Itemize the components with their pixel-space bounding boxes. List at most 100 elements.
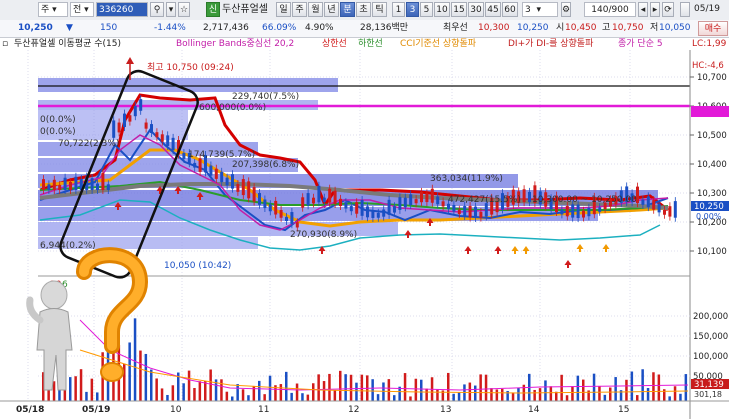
candle-body: [247, 181, 251, 199]
candle-body: [420, 191, 423, 203]
volume-bar: [225, 391, 229, 401]
candle-body: [209, 165, 213, 176]
candle-body: [128, 115, 132, 122]
volume-bar: [339, 370, 342, 401]
candle-body: [69, 182, 72, 190]
legend-checkbox-icon[interactable]: ▫: [2, 38, 8, 50]
data-count-input[interactable]: 140/900: [584, 2, 636, 17]
interval-button-45[interactable]: 45: [485, 2, 501, 17]
volume-bar: [144, 353, 148, 401]
volume-bar: [679, 393, 682, 401]
legend-close-ma[interactable]: 종가 단순 5: [618, 38, 663, 50]
time-tick-label: 14: [528, 405, 540, 415]
volume-bar: [636, 395, 639, 401]
legend-dmi[interactable]: DI+가 DI-를 상향돌파: [508, 38, 593, 50]
volume-bar: [241, 389, 245, 401]
volume-bar: [371, 379, 374, 401]
volume-bar: [484, 374, 488, 401]
volume-bar: [155, 378, 158, 401]
signal-arrow-stem: [579, 249, 581, 252]
price-chart[interactable]: 최고 10,750 (09:24) 10,050 (10:42) 229,740…: [0, 50, 729, 419]
legend-upper[interactable]: 상한선: [322, 38, 347, 50]
time-tick-label: 13: [440, 405, 451, 415]
volume-bar: [328, 373, 331, 401]
interval-button-15[interactable]: 15: [451, 2, 467, 17]
refresh-icon[interactable]: ⟳: [662, 2, 674, 17]
current-price-axis-label: 10,250: [694, 202, 724, 212]
candle-body: [295, 222, 299, 228]
volume-bar: [198, 381, 202, 401]
volume-bar: [355, 382, 358, 401]
legend-lc: LC:1,99: [692, 38, 727, 50]
interval-button-10[interactable]: 10: [434, 2, 450, 17]
candle-body: [214, 168, 218, 179]
period-button-tick[interactable]: 틱: [372, 2, 387, 17]
time-tick-label: 15: [618, 405, 629, 415]
legend-lower[interactable]: 하한선: [358, 38, 383, 50]
legend-title[interactable]: 두산퓨얼셀 이동평균 수(15): [14, 38, 121, 50]
buy-button[interactable]: 매수: [698, 21, 728, 36]
interval-select-value: 3: [525, 5, 531, 15]
current-pct-label: 0.00%: [696, 212, 722, 221]
candle-body: [657, 203, 661, 213]
period-select[interactable]: 전 ▾: [70, 2, 94, 17]
candle-body: [144, 122, 148, 129]
interval-button-1[interactable]: 1: [392, 2, 405, 17]
candle-body: [42, 179, 45, 190]
legend-cci[interactable]: CCI기준선 상향돌파: [400, 38, 476, 50]
stock-badge: 신: [206, 2, 220, 17]
chevron-left-icon[interactable]: ◂: [638, 2, 648, 17]
candle-body: [522, 189, 526, 203]
interval-button-60[interactable]: 60: [502, 2, 518, 17]
candle-body: [441, 201, 445, 207]
price-tick-label: 10,400: [697, 160, 727, 170]
volume-bar: [258, 380, 261, 401]
candle-body: [198, 158, 202, 172]
volume-bar: [263, 394, 266, 401]
chart-mode-select[interactable]: 주 ▾: [38, 2, 68, 17]
period-button-week[interactable]: 주: [292, 2, 307, 17]
volume-bar: [684, 374, 688, 401]
volume-bar: [544, 380, 547, 401]
interval-select[interactable]: 3 ▾: [522, 2, 558, 17]
signal-arrow-stem: [467, 251, 469, 254]
candle-body: [231, 174, 234, 189]
volume-bar: [69, 377, 72, 401]
star-icon[interactable]: ☆: [178, 2, 190, 17]
candle-body: [436, 196, 440, 205]
period-button-second[interactable]: 초: [356, 2, 371, 17]
candle-body: [366, 206, 369, 218]
candle-body: [160, 134, 164, 142]
period-button-month[interactable]: 월: [308, 2, 323, 17]
period-button-year[interactable]: 년: [324, 2, 339, 17]
volume-bar: [592, 373, 596, 401]
settings-icon[interactable]: ⚙: [561, 2, 571, 17]
toolbar: 주 ▾ 전 ▾ 336260 ⚲ ▾ ☆ 신 두산퓨얼셀 일 주 월 년 분 초…: [0, 0, 729, 21]
candle-body: [301, 197, 305, 208]
period-button-minute[interactable]: 분: [340, 2, 355, 17]
volume-bar: [511, 392, 515, 401]
chevron-down-icon[interactable]: ▾: [166, 2, 176, 17]
chevron-right-icon[interactable]: ▸: [650, 2, 660, 17]
interval-button-30[interactable]: 30: [468, 2, 484, 17]
period-button-day[interactable]: 일: [276, 2, 291, 17]
interval-button-3[interactable]: 3: [406, 2, 419, 17]
stock-code-input[interactable]: 336260: [96, 2, 148, 17]
volume-profile-label-1: 229,740(7.5%): [232, 92, 299, 102]
open-label: 시: [556, 23, 565, 33]
volume-bar: [609, 387, 612, 401]
legend-bollinger[interactable]: Bollinger Bands중심선 20,2: [176, 38, 294, 50]
candle-body: [576, 204, 580, 218]
volume-bar: [501, 388, 504, 401]
checkbox-icon[interactable]: [680, 2, 690, 17]
candle-body: [274, 200, 278, 215]
interval-button-5[interactable]: 5: [420, 2, 433, 17]
magnifier-icon[interactable]: ⚲: [150, 2, 164, 17]
best-bid: 10,250: [517, 23, 549, 33]
signal-arrow-stem: [177, 191, 179, 194]
volume-bar: [220, 379, 223, 401]
current-volume-label: 31,139: [694, 380, 724, 390]
volume-bar: [96, 392, 99, 401]
volume-bar: [85, 391, 88, 401]
candle-body: [344, 202, 348, 209]
